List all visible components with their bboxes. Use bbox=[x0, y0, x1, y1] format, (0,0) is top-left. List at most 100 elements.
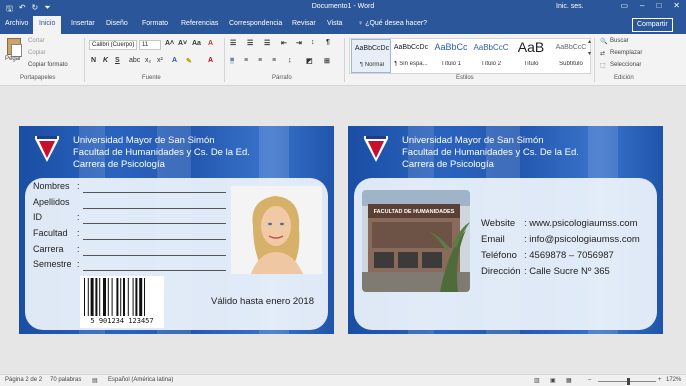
find-button[interactable]: Buscar bbox=[610, 38, 629, 44]
tab-revisar[interactable]: Revisar bbox=[292, 20, 316, 27]
barcode-bar bbox=[135, 278, 138, 316]
tab-correspondencia[interactable]: Correspondencia bbox=[229, 20, 282, 27]
copy-button[interactable]: Copiar bbox=[28, 50, 46, 56]
line-spacing-icon[interactable]: ↨ bbox=[288, 57, 292, 64]
proofing-icon[interactable]: ▤ bbox=[92, 377, 98, 384]
language-indicator[interactable]: Español (América latina) bbox=[108, 377, 173, 383]
style-heading-1[interactable]: AaBbCc Título 1 bbox=[431, 39, 471, 73]
show-marks-icon[interactable]: ¶ bbox=[326, 39, 330, 46]
field-line-carrera[interactable] bbox=[83, 255, 226, 256]
tab-formato[interactable]: Formato bbox=[142, 20, 168, 27]
print-layout-icon[interactable]: ▣ bbox=[550, 377, 556, 384]
paste-icon[interactable] bbox=[7, 38, 22, 57]
tab-vista[interactable]: Vista bbox=[327, 20, 342, 27]
font-size-select[interactable]: 11 bbox=[139, 40, 161, 50]
shrink-font-icon[interactable]: A˅ bbox=[178, 40, 187, 47]
tab-archivo[interactable]: Archivo bbox=[5, 20, 28, 27]
zoom-level[interactable]: 172% bbox=[666, 377, 681, 383]
increase-indent-icon[interactable]: ⇥ bbox=[296, 39, 302, 47]
style-title[interactable]: AaB Título bbox=[511, 39, 551, 73]
sort-icon[interactable]: ↕ bbox=[311, 39, 315, 46]
faculty-building-photo[interactable]: FACULTAD DE HUMANIDADES bbox=[362, 190, 470, 292]
field-label-carrera: Carrera bbox=[33, 244, 64, 254]
card-header: Universidad Mayor de San Simón Facultad … bbox=[402, 135, 579, 171]
change-case-icon[interactable]: Aa bbox=[192, 40, 201, 47]
bold-button[interactable]: N bbox=[91, 57, 96, 64]
tab-diseno[interactable]: Diseño bbox=[106, 20, 128, 27]
format-painter-button[interactable]: Copiar formato bbox=[28, 62, 68, 68]
page-count[interactable]: Página 2 de 2 bbox=[5, 377, 42, 383]
barcode-number: 5 901234 123457 bbox=[90, 317, 154, 325]
style-normal[interactable]: AaBbCcDc ¶ Normal bbox=[351, 39, 391, 73]
field-line-semestre[interactable] bbox=[83, 270, 226, 271]
ribbon-display-icon[interactable]: ▭ bbox=[620, 1, 628, 10]
tab-insertar[interactable]: Insertar bbox=[71, 20, 95, 27]
student-photo[interactable] bbox=[231, 186, 322, 274]
sign-in-link[interactable]: Inic. ses. bbox=[556, 3, 584, 10]
find-icon[interactable]: 🔍 bbox=[600, 38, 607, 45]
clear-format-icon[interactable]: A bbox=[208, 40, 213, 47]
cut-button[interactable]: Cortar bbox=[28, 38, 45, 44]
field-colon: : bbox=[77, 181, 80, 191]
align-center-icon[interactable]: ≡ bbox=[244, 57, 248, 64]
read-mode-icon[interactable]: ▥ bbox=[534, 377, 540, 384]
underline-button[interactable]: S bbox=[115, 57, 120, 64]
replace-button[interactable]: Reemplazar bbox=[610, 50, 642, 56]
style-heading-2[interactable]: AaBbCcC Título 2 bbox=[471, 39, 511, 73]
select-button[interactable]: Seleccionar bbox=[610, 62, 641, 68]
shading-icon[interactable]: ◩ bbox=[306, 57, 313, 65]
styles-scroll-down-icon[interactable]: ▾ bbox=[588, 50, 591, 57]
styles-scroll-up-icon[interactable]: ▴ bbox=[588, 38, 591, 45]
barcode: 5 901234 123457 bbox=[80, 276, 164, 328]
superscript-button[interactable]: x² bbox=[157, 57, 163, 64]
share-button[interactable]: Compartir bbox=[632, 18, 673, 32]
style-sample: AaBbCc bbox=[434, 42, 468, 52]
text-effects-icon[interactable]: A bbox=[172, 57, 177, 64]
document-canvas[interactable]: Universidad Mayor de San Simón Facultad … bbox=[0, 86, 686, 374]
font-name-select[interactable]: Calibri (Cuerpo) bbox=[89, 40, 137, 50]
font-color-icon[interactable]: A bbox=[208, 57, 213, 64]
field-line-facultad[interactable] bbox=[83, 239, 226, 240]
subscript-button[interactable]: x₂ bbox=[145, 57, 151, 64]
strikethrough-button[interactable]: abc bbox=[129, 57, 140, 64]
maximize-icon[interactable]: □ bbox=[656, 1, 661, 10]
zoom-slider-handle[interactable] bbox=[627, 378, 630, 385]
zoom-in-icon[interactable]: + bbox=[658, 377, 662, 383]
contact-value-website[interactable]: : www.psicologiaumss.com bbox=[524, 218, 638, 229]
minimize-icon[interactable]: – bbox=[640, 1, 644, 10]
numbering-icon[interactable]: ☰ bbox=[247, 39, 253, 47]
select-icon[interactable]: ⬚ bbox=[600, 62, 606, 69]
field-line-id[interactable] bbox=[83, 223, 226, 224]
paste-button[interactable]: Pegar bbox=[5, 56, 21, 62]
tab-referencias[interactable]: Referencias bbox=[181, 20, 218, 27]
faculty-name: Facultad de Humanidades y Cs. De la Ed. bbox=[402, 147, 579, 158]
field-colon: : bbox=[77, 244, 80, 254]
decrease-indent-icon[interactable]: ⇤ bbox=[281, 39, 287, 47]
tab-inicio[interactable]: Inicio bbox=[33, 16, 62, 34]
contact-value-email[interactable]: : info@psicologiaumss.com bbox=[524, 234, 640, 245]
valid-until-text: Válido hasta enero 2018 bbox=[211, 296, 314, 307]
field-line-nombres[interactable] bbox=[83, 192, 226, 193]
barcode-bar bbox=[90, 278, 94, 316]
grow-font-icon[interactable]: A˄ bbox=[165, 40, 174, 47]
style-no-spacing[interactable]: AaBbCcDc ¶ Sin espa... bbox=[391, 39, 431, 73]
contact-value-direccion[interactable]: : Calle Sucre Nº 365 bbox=[524, 266, 610, 277]
close-icon[interactable]: ✕ bbox=[673, 1, 680, 10]
align-left-icon[interactable]: ≡ bbox=[230, 57, 235, 64]
justify-icon[interactable]: ≡ bbox=[272, 57, 276, 64]
align-right-icon[interactable]: ≡ bbox=[258, 57, 262, 64]
style-subtitle[interactable]: AaBbCcC Subtítulo bbox=[551, 39, 591, 73]
borders-icon[interactable]: ⊞ bbox=[324, 57, 330, 65]
field-colon: : bbox=[77, 212, 80, 222]
replace-icon[interactable]: ⇄ bbox=[600, 50, 605, 57]
italic-button[interactable]: K bbox=[103, 57, 108, 64]
field-line-apellidos[interactable] bbox=[83, 208, 226, 209]
tell-me-search[interactable]: ♀ ¿Qué desea hacer? bbox=[358, 20, 427, 27]
zoom-out-icon[interactable]: – bbox=[588, 377, 591, 383]
contact-value-telefono[interactable]: : 4569878 – 7056987 bbox=[524, 250, 614, 261]
bullets-icon[interactable]: ☰ bbox=[230, 39, 236, 47]
word-count[interactable]: 70 palabras bbox=[50, 377, 81, 383]
highlight-icon[interactable]: ✎ bbox=[186, 57, 192, 65]
multilevel-list-icon[interactable]: ☰ bbox=[264, 39, 270, 47]
web-layout-icon[interactable]: ▦ bbox=[566, 377, 572, 384]
